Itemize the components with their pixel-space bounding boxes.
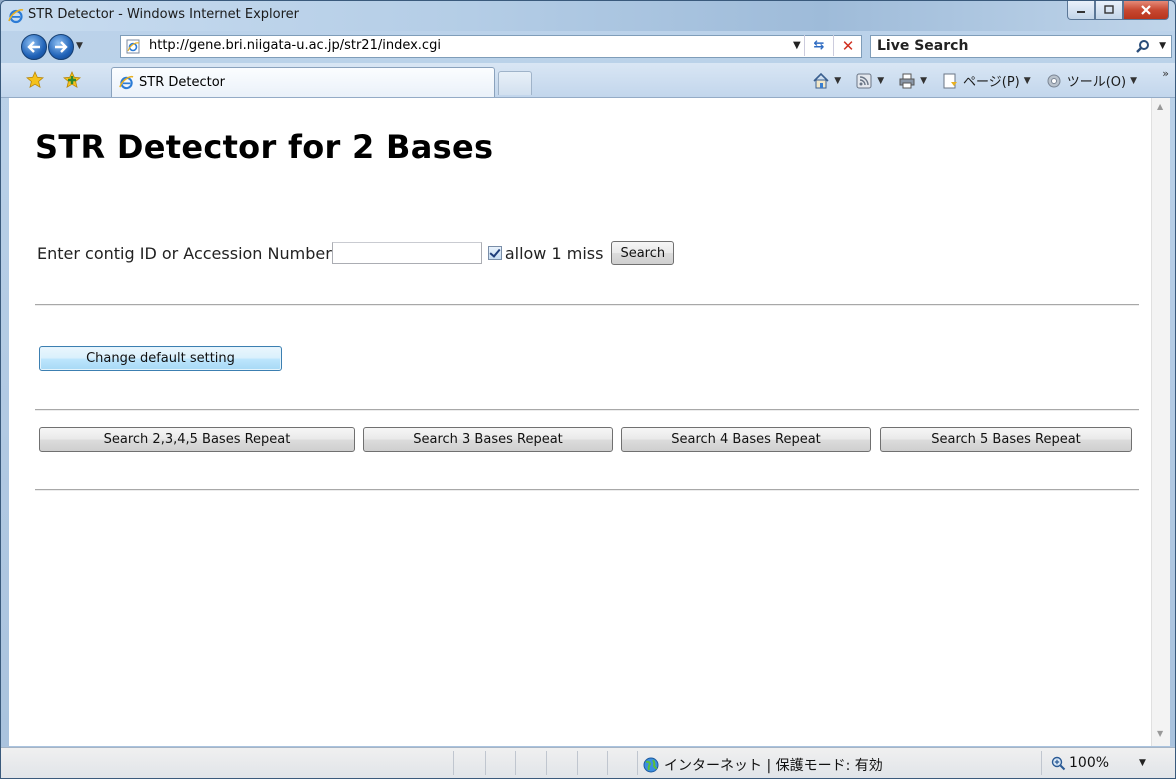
- maximize-button[interactable]: [1095, 1, 1123, 20]
- new-tab-button[interactable]: [498, 71, 532, 95]
- scroll-up-icon[interactable]: ▲: [1157, 102, 1163, 111]
- feeds-dropdown-icon[interactable]: ▼: [877, 76, 884, 86]
- minimize-button[interactable]: [1067, 1, 1095, 20]
- scroll-down-icon[interactable]: ▼: [1157, 729, 1163, 738]
- allow-miss-label: allow 1 miss: [504, 243, 604, 263]
- rss-feed-icon[interactable]: [855, 72, 873, 90]
- forward-button[interactable]: [48, 34, 74, 60]
- close-button[interactable]: [1123, 1, 1169, 20]
- allow-miss-checkbox[interactable]: [487, 246, 502, 260]
- close-icon: [1141, 5, 1151, 15]
- search-3-bases-button[interactable]: Search 3 Bases Repeat: [363, 427, 613, 452]
- search-5-bases-button[interactable]: Search 5 Bases Repeat: [880, 427, 1132, 452]
- forward-arrow-icon: [55, 41, 68, 53]
- zone-text: インターネット | 保護モード: 有効: [664, 758, 883, 774]
- divider: [35, 409, 1139, 411]
- zoom-level: 100%: [1069, 755, 1110, 771]
- page-content: STR Detector for 2 Bases Enter contig ID…: [9, 98, 1151, 746]
- page-title: STR Detector for 2 Bases: [35, 128, 494, 166]
- tools-menu[interactable]: ツール(O): [1067, 71, 1126, 90]
- search-icon[interactable]: [1135, 39, 1151, 55]
- change-default-setting-button[interactable]: Change default setting: [39, 346, 282, 371]
- globe-icon: [643, 757, 659, 773]
- window-title: STR Detector - Windows Internet Explorer: [28, 7, 300, 22]
- stop-icon: ✕: [841, 36, 855, 55]
- divider: [35, 304, 1139, 306]
- history-dropdown-icon[interactable]: ▼: [76, 41, 83, 51]
- page-menu[interactable]: ページ(P): [963, 71, 1020, 90]
- print-icon[interactable]: [898, 72, 916, 90]
- minimize-icon: [1077, 11, 1085, 13]
- add-favorites-icon[interactable]: [63, 71, 81, 89]
- print-dropdown-icon[interactable]: ▼: [920, 76, 927, 86]
- gear-icon: [1047, 74, 1061, 87]
- search-input[interactable]: Live Search: [877, 38, 968, 54]
- divider: [35, 489, 1139, 491]
- zoom-control[interactable]: 100%: [1051, 755, 1109, 771]
- tools-dropdown-icon[interactable]: ▼: [1130, 76, 1137, 86]
- ie-icon: [8, 9, 24, 24]
- magnifier-icon: [1051, 756, 1066, 770]
- window-controls: [1067, 1, 1169, 23]
- status-cell: [607, 751, 608, 775]
- ie-icon: [119, 75, 134, 90]
- status-cell: [637, 751, 638, 775]
- title-bar: STR Detector - Windows Internet Explorer: [1, 1, 1175, 31]
- status-cell: [453, 751, 454, 775]
- address-row: ▼ http://gene.bri.niigata-u.ac.jp/str21/…: [1, 31, 1175, 63]
- tab-label: STR Detector: [139, 75, 226, 90]
- home-icon[interactable]: [812, 72, 830, 90]
- tab-row: STR Detector ▼ ▼ ▼ ページ(P) ▼ ツール(O) ▼ »: [1, 63, 1175, 98]
- status-bar: インターネット | 保護モード: 有効 100% ▼: [1, 747, 1175, 778]
- search-box[interactable]: Live Search ▼: [870, 35, 1172, 58]
- contig-label: Enter contig ID or Accession Number: [37, 243, 332, 263]
- browser-window: STR Detector - Windows Internet Explorer…: [0, 0, 1176, 779]
- refresh-icon: ⇆: [813, 38, 825, 53]
- home-dropdown-icon[interactable]: ▼: [834, 76, 841, 86]
- page-icon: [943, 73, 958, 88]
- stop-button[interactable]: ✕: [833, 35, 862, 56]
- vertical-scrollbar[interactable]: ▲ ▼: [1151, 98, 1170, 746]
- search-button[interactable]: Search: [611, 241, 675, 265]
- page-ie-icon: [126, 39, 140, 54]
- address-bar[interactable]: http://gene.bri.niigata-u.ac.jp/str21/in…: [120, 35, 862, 58]
- address-dropdown-icon[interactable]: ▼: [793, 40, 801, 51]
- status-cell: [485, 751, 486, 775]
- status-cell: [1041, 751, 1042, 775]
- search-4-bases-button[interactable]: Search 4 Bases Repeat: [621, 427, 871, 452]
- status-cell: [577, 751, 578, 775]
- search-form: Enter contig ID or Accession Number allo…: [37, 241, 675, 265]
- zoom-dropdown-icon[interactable]: ▼: [1139, 758, 1146, 768]
- maximize-icon: [1104, 5, 1114, 14]
- url-text[interactable]: http://gene.bri.niigata-u.ac.jp/str21/in…: [149, 38, 441, 53]
- favorites-star-icon[interactable]: [26, 71, 44, 89]
- status-cell: [546, 751, 547, 775]
- security-zone[interactable]: インターネット | 保護モード: 有効: [643, 755, 883, 775]
- back-arrow-icon: [27, 41, 40, 53]
- back-button[interactable]: [21, 34, 47, 60]
- search-2345-bases-button[interactable]: Search 2,3,4,5 Bases Repeat: [39, 427, 355, 452]
- status-cell: [515, 751, 516, 775]
- chevron-more-icon[interactable]: »: [1162, 67, 1169, 80]
- command-bar: ▼ ▼ ▼ ページ(P) ▼ ツール(O) ▼: [812, 71, 1147, 90]
- search-dropdown-icon[interactable]: ▼: [1159, 41, 1166, 51]
- tab-str-detector[interactable]: STR Detector: [111, 67, 495, 97]
- contig-id-input[interactable]: [331, 242, 482, 264]
- page-dropdown-icon[interactable]: ▼: [1024, 76, 1031, 86]
- refresh-button[interactable]: ⇆: [804, 35, 833, 56]
